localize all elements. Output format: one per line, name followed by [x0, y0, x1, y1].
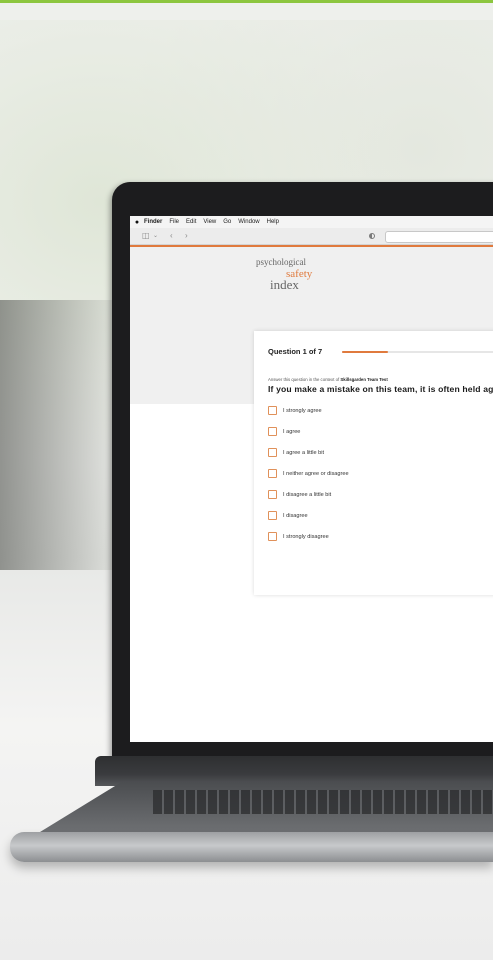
laptop-screen: ● Finder File Edit View Go Window Help ◫… [130, 216, 493, 742]
menu-finder[interactable]: Finder [144, 219, 162, 225]
answer-option[interactable]: I strongly disagree [268, 531, 329, 542]
privacy-shield-icon[interactable] [369, 233, 375, 239]
option-label: I disagree a little bit [283, 491, 332, 498]
answer-option[interactable]: I strongly agree [268, 405, 322, 416]
question-text: If you make a mistake on this team, it i… [268, 384, 493, 394]
top-accent-strip [0, 0, 493, 3]
menu-go[interactable]: Go [223, 219, 231, 225]
answer-option[interactable]: I disagree a little bit [268, 489, 331, 500]
chevron-down-icon[interactable]: ⌄ [153, 230, 158, 242]
logo-line-1: psychological [256, 257, 306, 267]
menu-view[interactable]: View [203, 219, 216, 225]
checkbox[interactable] [268, 469, 277, 478]
menu-file[interactable]: File [169, 219, 179, 225]
checkbox[interactable] [268, 427, 277, 436]
option-label: I strongly disagree [283, 533, 329, 540]
sidebar-icon[interactable]: ◫ [142, 230, 150, 242]
menu-help[interactable]: Help [267, 219, 279, 225]
checkbox[interactable] [268, 511, 277, 520]
checkbox[interactable] [268, 448, 277, 457]
address-bar[interactable] [385, 231, 493, 243]
question-counter: Question 1 of 7 [268, 347, 323, 356]
menu-window[interactable]: Window [238, 219, 259, 225]
menu-edit[interactable]: Edit [186, 219, 196, 225]
progress-bar [342, 351, 493, 353]
option-label: I agree a little bit [283, 449, 325, 456]
apple-icon[interactable]: ● [130, 219, 144, 226]
option-label: I agree [283, 428, 301, 435]
option-label: I strongly agree [283, 407, 322, 414]
laptop-base [10, 832, 493, 862]
laptop-hinge [95, 756, 493, 786]
answer-option[interactable]: I agree a little bit [268, 447, 324, 458]
checkbox[interactable] [268, 406, 277, 415]
checkbox[interactable] [268, 532, 277, 541]
progress-fill [342, 351, 388, 353]
psychological-safety-index-logo: psychological safety index [250, 256, 330, 296]
browser-toolbar: ◫ ⌄ ‹ › [130, 228, 493, 245]
checkbox[interactable] [268, 490, 277, 499]
back-icon[interactable]: ‹ [170, 230, 173, 242]
logo-line-3: index [270, 277, 299, 292]
answer-option[interactable]: I disagree [268, 510, 308, 521]
option-label: I disagree [283, 512, 308, 519]
question-context: Answer this question in the context of S… [268, 377, 388, 382]
answer-option[interactable]: I agree [268, 426, 300, 437]
option-label: I neither agree or disagree [283, 470, 349, 477]
context-team: Skillsgarden Team Test [340, 377, 388, 382]
question-card: Question 1 of 7 Answer this question in … [254, 331, 493, 595]
forward-icon[interactable]: › [185, 230, 188, 242]
menu-bar: ● Finder File Edit View Go Window Help [130, 216, 493, 228]
context-prefix: Answer this question in the context of [268, 377, 340, 382]
answer-option[interactable]: I neither agree or disagree [268, 468, 349, 479]
